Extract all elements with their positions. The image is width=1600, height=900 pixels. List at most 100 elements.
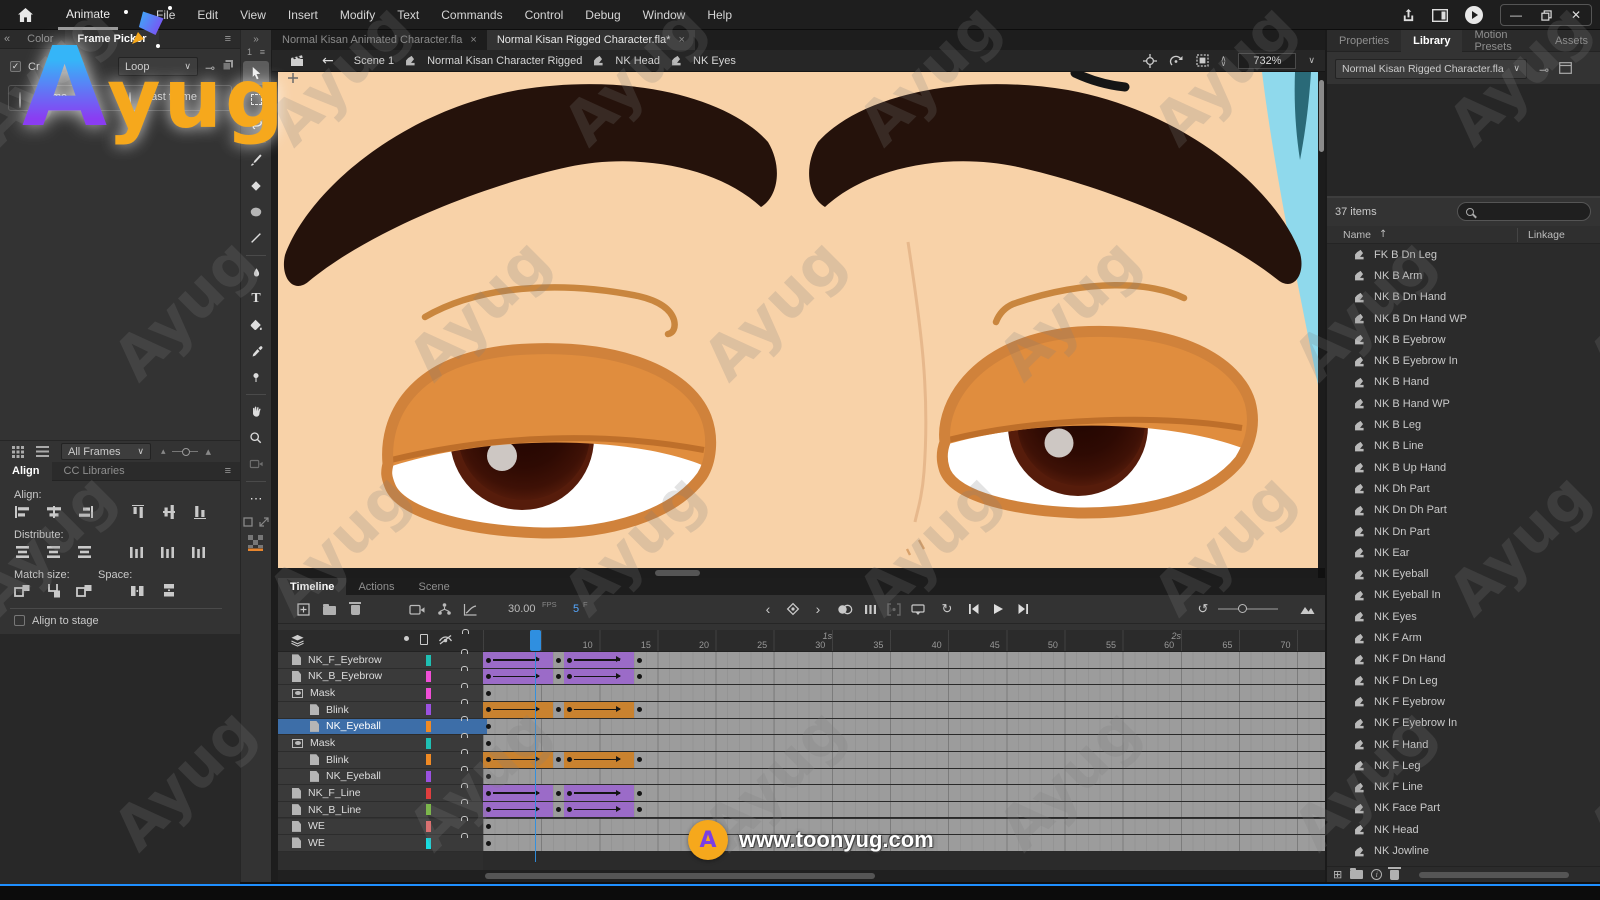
outline-column-icon[interactable] bbox=[420, 634, 428, 645]
edit-multiple-frames-icon[interactable] bbox=[883, 598, 905, 620]
library-item[interactable]: NK B Eyebrow In bbox=[1327, 351, 1600, 372]
layer-name[interactable]: NK_Eyeball bbox=[326, 770, 381, 782]
align-bottom-button[interactable] bbox=[191, 505, 209, 519]
selection-tool[interactable] bbox=[243, 61, 269, 85]
layer-color-swatch[interactable] bbox=[426, 771, 431, 782]
align-horizontal-center-button[interactable] bbox=[45, 505, 63, 519]
menu-edit[interactable]: Edit bbox=[197, 8, 218, 22]
timeline-scrollbar[interactable] bbox=[278, 870, 1325, 882]
menu-view[interactable]: View bbox=[240, 8, 266, 22]
loop-icon[interactable]: ↻ bbox=[936, 598, 958, 620]
tab-color[interactable]: Color bbox=[15, 30, 65, 49]
new-folder-icon[interactable] bbox=[1350, 870, 1363, 879]
layer-name[interactable]: Mask bbox=[310, 687, 335, 699]
properties-icon[interactable]: i bbox=[1371, 869, 1382, 880]
library-item[interactable]: NK F Dn Leg bbox=[1327, 670, 1600, 691]
center-frame-icon[interactable] bbox=[1143, 54, 1157, 68]
frame-row[interactable] bbox=[483, 685, 1325, 702]
layer-color-swatch[interactable] bbox=[426, 721, 431, 732]
clip-content-icon[interactable] bbox=[1196, 54, 1209, 67]
frame-row[interactable] bbox=[483, 719, 1325, 736]
insert-frame-icon[interactable] bbox=[292, 598, 314, 620]
previous-keyframe-icon[interactable]: ‹ bbox=[757, 598, 779, 620]
loop-dropdown[interactable]: Loop∨ bbox=[118, 57, 198, 76]
layer-color-swatch[interactable] bbox=[426, 688, 431, 699]
thumb-large-icon[interactable]: ▴ bbox=[206, 445, 212, 458]
library-search[interactable] bbox=[1457, 202, 1591, 221]
document-tab[interactable]: Normal Kisan Animated Character.fla× bbox=[272, 30, 487, 50]
tab-actions[interactable]: Actions bbox=[346, 578, 406, 595]
grid-view-icon[interactable] bbox=[12, 446, 24, 458]
layer-name[interactable]: NK_B_Eyebrow bbox=[308, 670, 382, 682]
thumb-small-icon[interactable]: ▴ bbox=[161, 447, 166, 457]
tools-menu-icon[interactable]: ≡ bbox=[260, 47, 265, 57]
menu-insert[interactable]: Insert bbox=[288, 8, 318, 22]
share-icon[interactable] bbox=[1401, 8, 1416, 23]
library-item[interactable]: NK Face Part bbox=[1327, 798, 1600, 819]
library-item[interactable]: FK B Dn Leg bbox=[1327, 244, 1600, 265]
search-input[interactable] bbox=[1479, 206, 1579, 218]
oval-tool[interactable] bbox=[243, 200, 269, 224]
fluid-brush-tool[interactable] bbox=[243, 148, 269, 172]
auto-keyframe-icon[interactable] bbox=[782, 598, 804, 620]
library-item[interactable]: NK Jowline bbox=[1327, 840, 1600, 861]
frame-row[interactable] bbox=[483, 669, 1325, 686]
breadcrumb-item[interactable]: Normal Kisan Character Rigged bbox=[427, 55, 582, 67]
modify-markers-icon[interactable] bbox=[907, 598, 929, 620]
space-horizontal-button[interactable] bbox=[129, 584, 147, 598]
workspace-icon[interactable] bbox=[1432, 9, 1448, 22]
camera-tool[interactable] bbox=[243, 452, 269, 476]
delete-icon[interactable] bbox=[1390, 870, 1399, 880]
library-item[interactable]: NK B Leg bbox=[1327, 414, 1600, 435]
frame-row[interactable] bbox=[483, 735, 1325, 752]
asset-warp-tool[interactable] bbox=[243, 365, 269, 389]
document-tab[interactable]: Normal Kisan Rigged Character.fla*× bbox=[487, 30, 695, 50]
layer-color-swatch[interactable] bbox=[426, 788, 431, 799]
library-item[interactable]: NK Dn Dh Part bbox=[1327, 500, 1600, 521]
more-tools[interactable]: ⋯ bbox=[243, 487, 269, 511]
frame-row[interactable] bbox=[483, 802, 1325, 819]
breadcrumb-item[interactable]: NK Eyes bbox=[693, 55, 736, 67]
hand-tool[interactable] bbox=[243, 400, 269, 424]
layer-row[interactable]: NK_Eyeball bbox=[278, 719, 483, 736]
last-frame-radio[interactable] bbox=[129, 92, 131, 108]
library-item[interactable]: NK F Leg bbox=[1327, 755, 1600, 776]
menu-help[interactable]: Help bbox=[707, 8, 732, 22]
free-transform-tool[interactable] bbox=[243, 87, 269, 111]
library-item[interactable]: NK F Eyebrow In bbox=[1327, 713, 1600, 734]
collapse-tools-icon[interactable]: » bbox=[241, 30, 271, 45]
distribute-bottom-button[interactable] bbox=[76, 545, 94, 559]
tab-align[interactable]: Align bbox=[0, 462, 52, 481]
frame-row[interactable] bbox=[483, 785, 1325, 802]
library-item[interactable]: NK F Arm bbox=[1327, 627, 1600, 648]
library-item[interactable]: NK Head bbox=[1327, 819, 1600, 840]
thumb-size-slider[interactable] bbox=[172, 451, 198, 452]
library-item[interactable]: NK F Dn Hand bbox=[1327, 649, 1600, 670]
frame-row[interactable] bbox=[483, 769, 1325, 786]
layer-row[interactable]: WE bbox=[278, 819, 483, 836]
library-item[interactable]: NK B Arm bbox=[1327, 265, 1600, 286]
layer-color-swatch[interactable] bbox=[426, 655, 431, 666]
frame-row[interactable] bbox=[483, 652, 1325, 669]
align-top-button[interactable] bbox=[129, 505, 147, 519]
library-item[interactable]: NK B Hand bbox=[1327, 372, 1600, 393]
step-forward-icon[interactable] bbox=[1012, 598, 1034, 620]
next-keyframe-icon[interactable]: › bbox=[807, 598, 829, 620]
list-view-icon[interactable] bbox=[36, 446, 49, 457]
breadcrumb-item[interactable]: Scene 1 bbox=[354, 55, 394, 67]
library-item[interactable]: NK B Line bbox=[1327, 436, 1600, 457]
create-checkbox[interactable]: ✓ bbox=[10, 61, 21, 72]
eyedropper-tool[interactable] bbox=[243, 339, 269, 363]
align-left-button[interactable] bbox=[14, 505, 32, 519]
collapse-panel-icon[interactable]: « bbox=[4, 33, 11, 45]
column-divider[interactable] bbox=[1517, 228, 1518, 242]
library-document-dropdown[interactable]: Normal Kisan Rigged Character.fla ∨ bbox=[1335, 59, 1527, 79]
space-vertical-button[interactable] bbox=[160, 584, 178, 598]
library-item[interactable]: NK B Dn Hand WP bbox=[1327, 308, 1600, 329]
onion-outlines-icon[interactable] bbox=[859, 598, 881, 620]
layer-row[interactable]: Mask bbox=[278, 735, 483, 752]
layer-name[interactable]: WE bbox=[308, 820, 325, 832]
menu-commands[interactable]: Commands bbox=[441, 8, 502, 22]
back-icon[interactable]: ← bbox=[322, 53, 334, 69]
clapperboard-icon[interactable] bbox=[290, 54, 304, 67]
